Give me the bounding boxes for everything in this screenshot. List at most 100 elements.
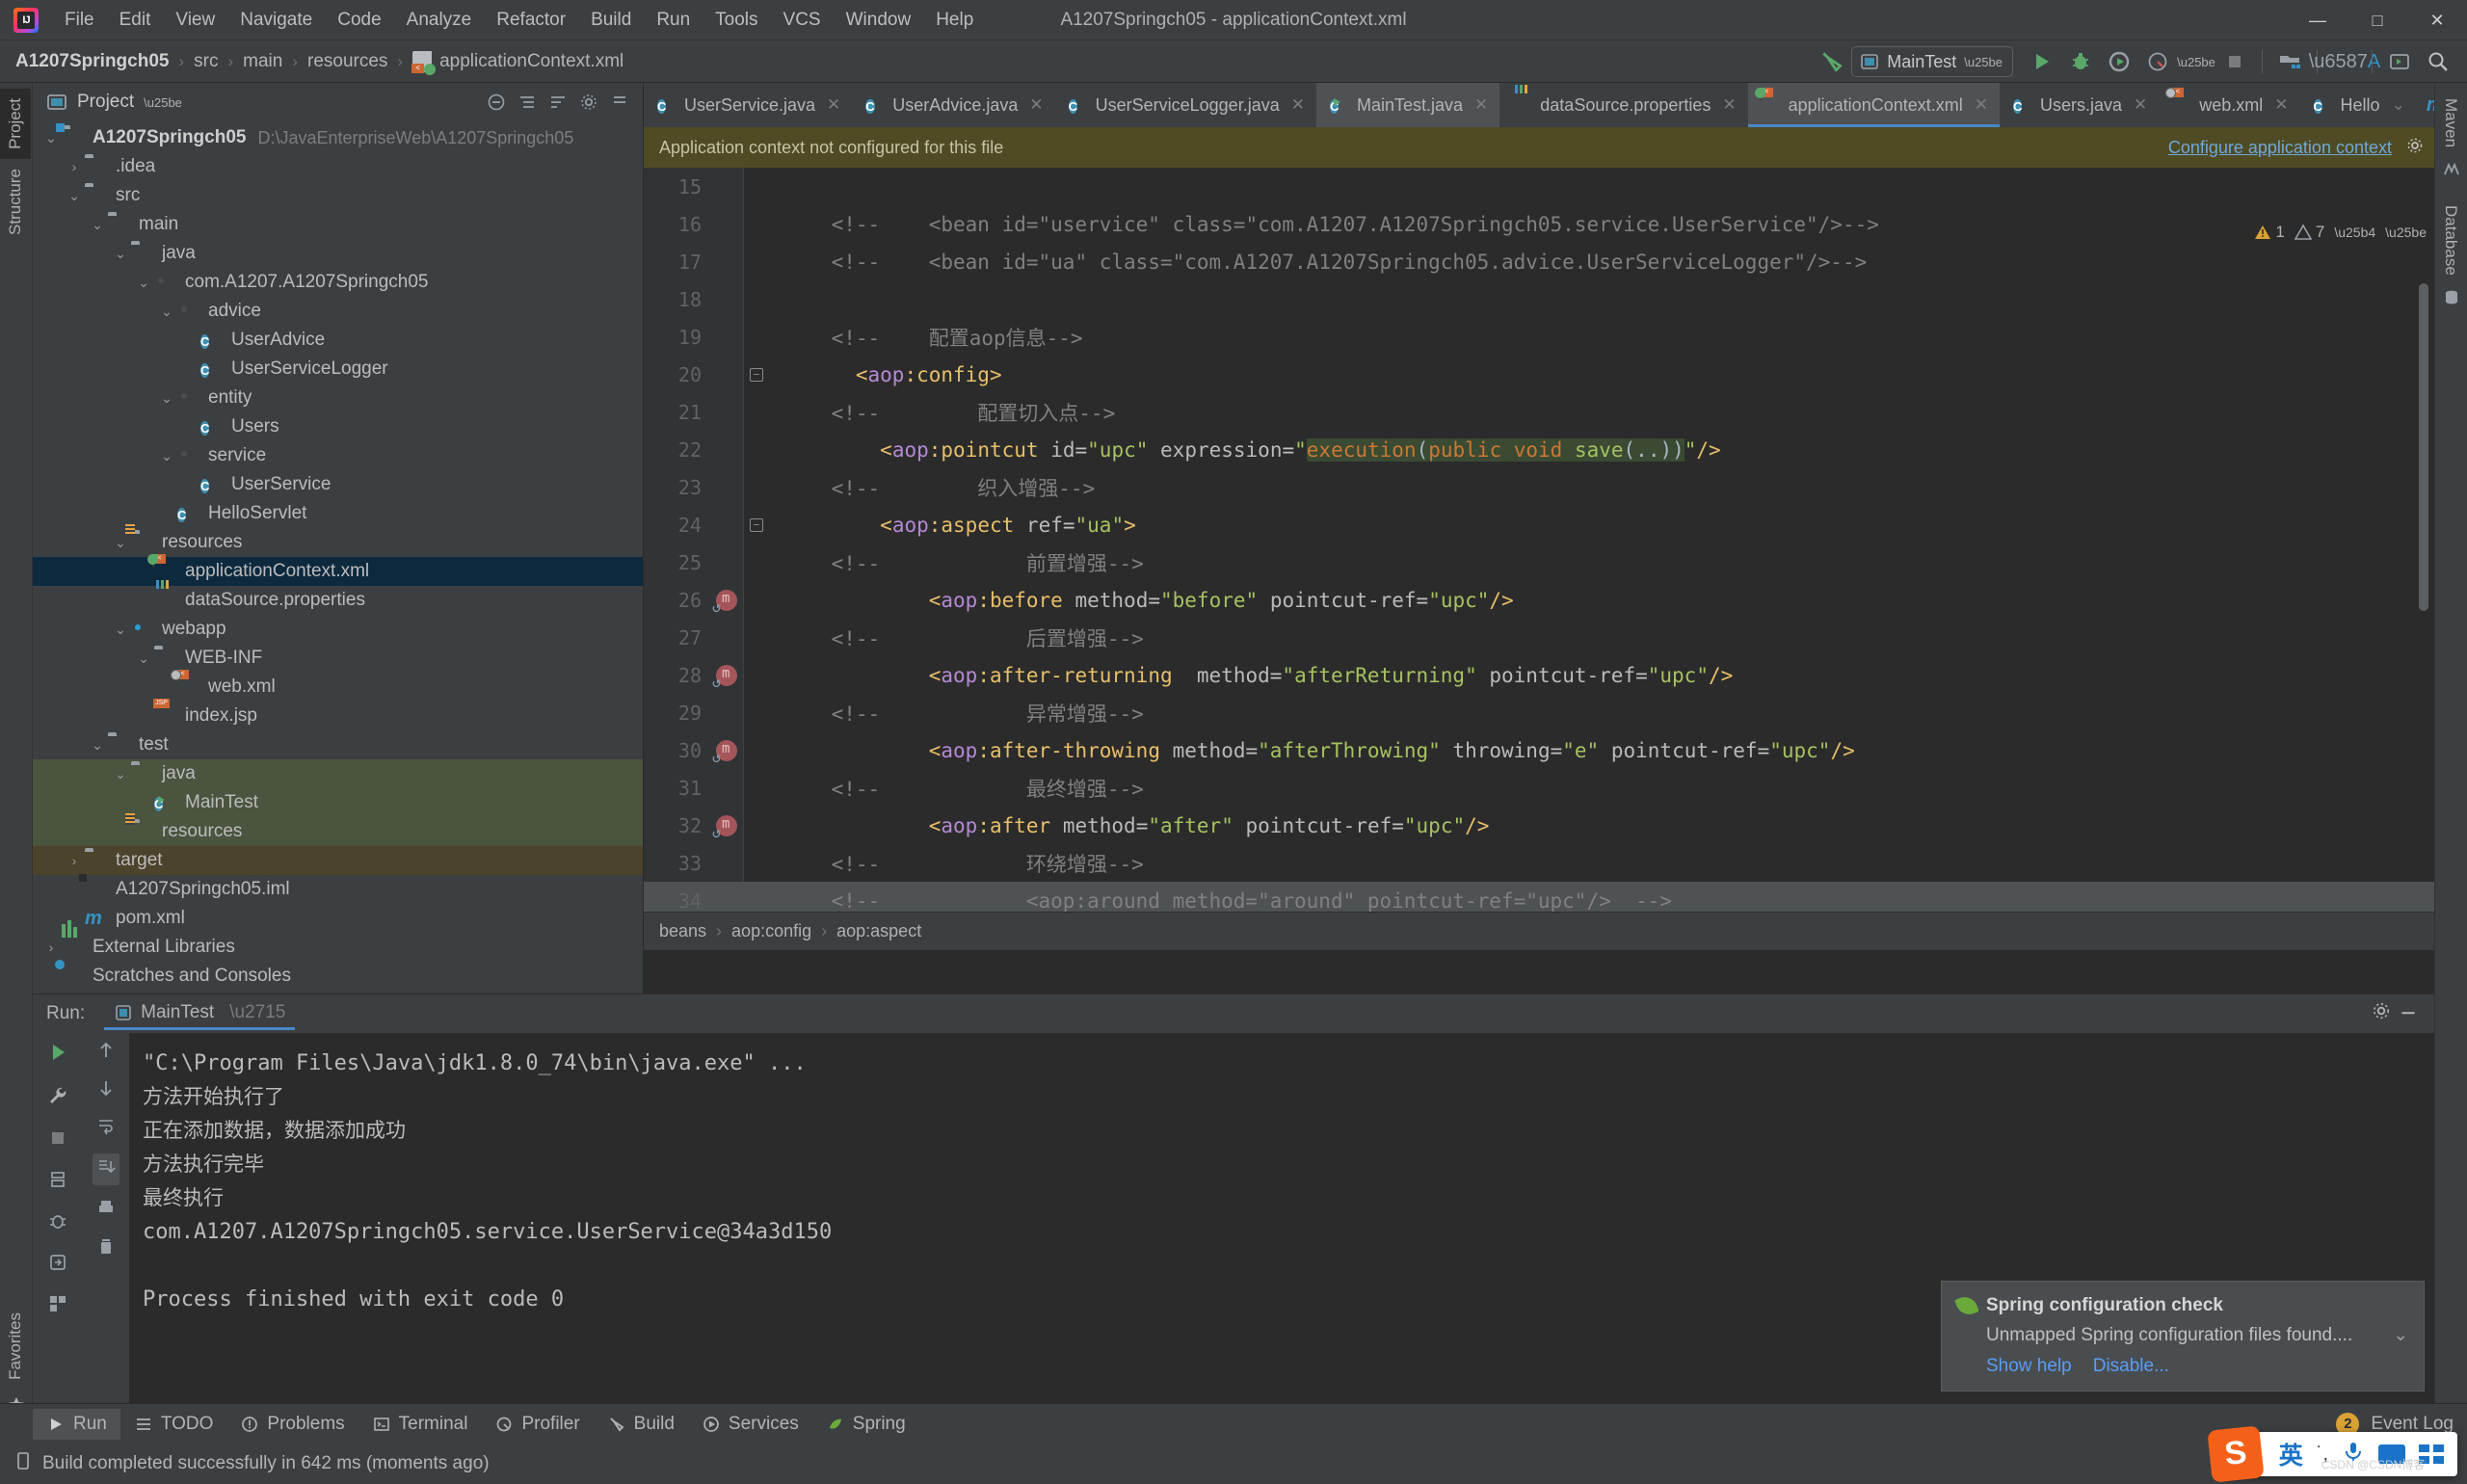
tree-node-advice[interactable]: ⌄ advice: [33, 297, 643, 326]
project-structure-icon[interactable]: [2273, 45, 2306, 78]
code-line-28[interactable]: 28↺ <aop:after-returning method="afterRe…: [644, 656, 2434, 694]
code-line-32[interactable]: 32↺ <aop:after method="after" pointcut-r…: [644, 807, 2434, 844]
tree-node-maintest[interactable]: C MainTest: [33, 788, 643, 817]
menu-item-vcs[interactable]: VCS: [771, 6, 834, 35]
clear-all-icon[interactable]: [96, 1236, 116, 1260]
tree-twisty-icon[interactable]: ⌄: [133, 650, 154, 667]
tree-twisty-icon[interactable]: ›: [64, 853, 85, 868]
code-line-17[interactable]: 17 <!-- <bean id="ua" class="com.A1207.A…: [644, 243, 2434, 280]
editor-tab-maintest-java[interactable]: C MainTest.java ✕: [1315, 83, 1500, 127]
tool-tab-favorites[interactable]: Favorites: [0, 1303, 31, 1390]
tree-twisty-icon[interactable]: ⌄: [87, 737, 108, 754]
ime-mode[interactable]: 英: [2279, 1437, 2303, 1471]
tree-node--idea[interactable]: › .idea: [33, 152, 643, 181]
tree-twisty-icon[interactable]: ⌄: [156, 448, 177, 464]
tree-node-target[interactable]: › target: [33, 846, 643, 875]
code-line-26[interactable]: 26↺ <aop:before method="before" pointcut…: [644, 581, 2434, 619]
close-icon[interactable]: ✕: [1474, 95, 1488, 115]
menu-item-analyze[interactable]: Analyze: [394, 6, 485, 35]
stop-icon[interactable]: [47, 1127, 68, 1153]
editor-breadcrumb-0[interactable]: beans: [659, 921, 706, 941]
tree-twisty-icon[interactable]: ⌄: [110, 622, 131, 638]
tree-twisty-icon[interactable]: ⌄: [156, 304, 177, 320]
tool-tab-maven[interactable]: Maven: [2435, 89, 2466, 157]
maven-tab-icon[interactable]: m: [2417, 83, 2434, 127]
chevron-down-icon[interactable]: ⌄: [2393, 1324, 2408, 1346]
chevron-down-icon[interactable]: ⌄: [2392, 95, 2405, 115]
tree-node-pom-xml[interactable]: m pom.xml: [33, 904, 643, 933]
editor-tab-users-java[interactable]: C Users.java ✕: [2000, 83, 2159, 127]
menu-item-tools[interactable]: Tools: [703, 6, 770, 35]
close-icon[interactable]: ✕: [1291, 95, 1305, 115]
settings-icon[interactable]: [2371, 1000, 2392, 1027]
layout-settings-icon[interactable]: [47, 1293, 68, 1319]
sort-icon[interactable]: [544, 89, 571, 116]
tree-twisty-icon[interactable]: ⌄: [110, 246, 131, 262]
close-icon[interactable]: ✕: [1029, 95, 1043, 115]
code-fold-icon[interactable]: −: [744, 367, 769, 382]
chevron-down-icon[interactable]: \u25be: [144, 95, 182, 110]
code-line-15[interactable]: 15: [644, 168, 2434, 205]
tree-node-test[interactable]: ⌄ test: [33, 730, 643, 759]
database-icon[interactable]: [2435, 285, 2467, 310]
scroll-up-icon[interactable]: [96, 1041, 116, 1065]
gear-icon[interactable]: [2405, 136, 2425, 160]
scroll-down-icon[interactable]: [96, 1078, 116, 1102]
tree-twisty-icon[interactable]: ⌄: [40, 130, 62, 146]
run-icon[interactable]: [2026, 45, 2058, 78]
tree-node-a1207springch05[interactable]: ⌄ A1207Springch05 D:\JavaEnterpriseWeb\A12…: [33, 123, 643, 152]
tree-twisty-icon[interactable]: ⌄: [110, 535, 131, 551]
minimize-button[interactable]: —: [2288, 0, 2348, 40]
editor-tab-datasource-properties[interactable]: dataSource.properties ✕: [1499, 83, 1747, 127]
soft-wrap-icon[interactable]: [96, 1116, 116, 1140]
tree-node-entity[interactable]: ⌄ entity: [33, 384, 643, 412]
inspection-widget[interactable]: 1 7 \u25b4 \u25be: [2246, 212, 2434, 252]
tree-node-applicationcontext-xml[interactable]: < applicationContext.xml: [33, 554, 643, 586]
editor-tab-useradvice-java[interactable]: C UserAdvice.java ✕: [852, 83, 1054, 127]
build-icon[interactable]: [1816, 45, 1848, 78]
code-line-23[interactable]: 23 <!-- 织入增强-->: [644, 468, 2434, 506]
tree-node-web-inf[interactable]: ⌄ WEB-INF: [33, 644, 643, 673]
show-help-link[interactable]: Show help: [1986, 1356, 2072, 1377]
editor-scrollbar[interactable]: [2419, 283, 2428, 611]
code-line-25[interactable]: 25 <!-- 前置增强-->: [644, 543, 2434, 581]
code-line-31[interactable]: 31 <!-- 最终增强-->: [644, 769, 2434, 807]
editor-tab-hello[interactable]: C Hello ⌄: [2300, 83, 2417, 127]
translate-icon[interactable]: \u6587A: [2309, 45, 2381, 78]
disable-link[interactable]: Disable...: [2093, 1356, 2169, 1377]
tree-node-useradvice[interactable]: C UserAdvice: [33, 326, 643, 355]
maven-icon[interactable]: [2435, 157, 2467, 182]
editor-breadcrumb-2[interactable]: aop:aspect: [836, 921, 921, 941]
code-editor[interactable]: 15 16 <!-- <bean id="uservice" class="com…: [644, 168, 2434, 950]
console-icon[interactable]: [2383, 45, 2416, 78]
tool-window-spring[interactable]: Spring: [812, 1409, 919, 1440]
close-icon[interactable]: ✕: [2274, 95, 2288, 115]
ime-toolbar[interactable]: S 英 ˙, CSDN @CSDN博客: [2207, 1425, 2457, 1483]
run-with-coverage-icon[interactable]: [2103, 45, 2135, 78]
project-tree[interactable]: ⌄ A1207Springch05 D:\JavaEnterpriseWeb\A12…: [33, 121, 643, 991]
menu-item-help[interactable]: Help: [923, 6, 986, 35]
print-icon[interactable]: [96, 1199, 116, 1223]
tree-node-com-a1207-a1207springch05[interactable]: ⌄ com.A1207.A1207Springch05: [33, 268, 643, 297]
run-tab-maintest[interactable]: MainTest \u2715: [104, 998, 296, 1030]
tree-node-java[interactable]: ⌄ java: [33, 759, 643, 788]
menu-item-build[interactable]: Build: [578, 6, 644, 35]
attach-debugger-icon[interactable]: [47, 1210, 68, 1236]
configure-application-context-link[interactable]: Configure application context: [2168, 138, 2392, 158]
scroll-to-end-icon[interactable]: [93, 1153, 119, 1185]
rerun-icon[interactable]: [46, 1041, 69, 1069]
tree-node-resources[interactable]: ⌄ resources: [33, 528, 643, 557]
tree-node-userservicelogger[interactable]: C UserServiceLogger: [33, 355, 643, 384]
close-icon[interactable]: \u2715: [229, 1002, 285, 1023]
breadcrumb-item-1[interactable]: src: [194, 51, 218, 72]
code-lines[interactable]: 15 16 <!-- <bean id="uservice" class="com…: [644, 168, 2434, 919]
editor-tab-userservice-java[interactable]: C UserService.java ✕: [644, 83, 852, 127]
code-line-33[interactable]: 33 <!-- 环绕增强-->: [644, 844, 2434, 882]
dump-threads-icon[interactable]: [47, 1169, 68, 1195]
menu-item-run[interactable]: Run: [644, 6, 703, 35]
code-line-27[interactable]: 27 <!-- 后置增强-->: [644, 619, 2434, 656]
editor-tab-userservicelogger-java[interactable]: C UserServiceLogger.java ✕: [1055, 83, 1316, 127]
tree-node-webapp[interactable]: ⌄ webapp: [33, 615, 643, 644]
code-line-29[interactable]: 29 <!-- 异常增强-->: [644, 694, 2434, 731]
code-line-16[interactable]: 16 <!-- <bean id="uservice" class="com.A…: [644, 205, 2434, 243]
